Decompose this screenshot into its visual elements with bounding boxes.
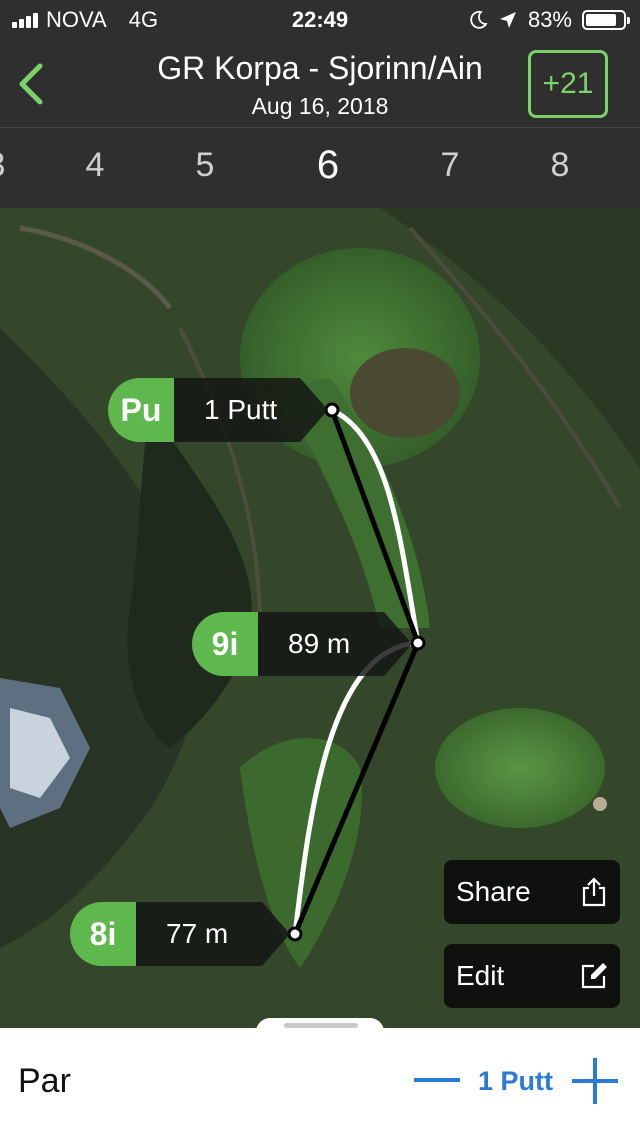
shot-marker <box>410 635 426 651</box>
shot-marker <box>287 926 303 942</box>
status-bar: NOVA 4G 22:49 83% <box>0 0 640 40</box>
edit-label: Edit <box>456 960 505 991</box>
drag-handle-bump[interactable] <box>256 1018 384 1038</box>
hole-selector[interactable]: 3 4 5 6 7 8 <box>0 128 640 208</box>
club-badge: 9i <box>192 612 258 676</box>
hole-result: Par <box>18 1062 71 1100</box>
hole-tab-3[interactable]: 3 <box>0 146 5 185</box>
moon-icon <box>470 10 488 29</box>
share-label: Share <box>456 876 531 907</box>
score-panel: Par 1 Putt <box>0 1018 640 1136</box>
score-badge[interactable]: +21 <box>528 50 608 118</box>
shot-distance: 77 m <box>136 902 290 966</box>
drag-handle[interactable] <box>284 1023 358 1028</box>
shot-result: 1 Putt <box>174 378 328 442</box>
course-map[interactable]: Pu 1 Putt 9i 89 m 8i 77 m Share Edit <box>0 208 640 1036</box>
hole-tab-5[interactable]: 5 <box>196 146 215 185</box>
club-badge: 8i <box>70 902 136 966</box>
shot-label-putt[interactable]: Pu 1 Putt <box>108 378 328 442</box>
navigation-bar: GR Korpa - Sjorinn/Ain Aug 16, 2018 +21 <box>0 40 640 128</box>
putt-count: 1 Putt <box>478 1066 554 1096</box>
hole-tab-6[interactable]: 6 <box>317 143 339 188</box>
share-icon <box>582 877 606 907</box>
shot-label-8-iron[interactable]: 8i 77 m <box>70 902 290 966</box>
edit-button[interactable]: Edit <box>444 944 620 1008</box>
battery-percent: 83% <box>527 7 572 32</box>
hole-tab-7[interactable]: 7 <box>441 146 460 185</box>
share-button[interactable]: Share <box>444 860 620 924</box>
edit-icon <box>581 963 607 989</box>
shot-distance: 89 m <box>258 612 412 676</box>
hole-tab-8[interactable]: 8 <box>551 146 570 185</box>
increment-putts-button[interactable] <box>572 1058 618 1104</box>
club-badge: Pu <box>108 378 174 442</box>
shot-label-9-iron[interactable]: 9i 89 m <box>192 612 412 676</box>
battery-icon <box>582 10 630 30</box>
location-arrow-icon <box>499 12 516 28</box>
hole-tab-4[interactable]: 4 <box>86 146 105 185</box>
decrement-putts-button[interactable] <box>414 1078 460 1082</box>
